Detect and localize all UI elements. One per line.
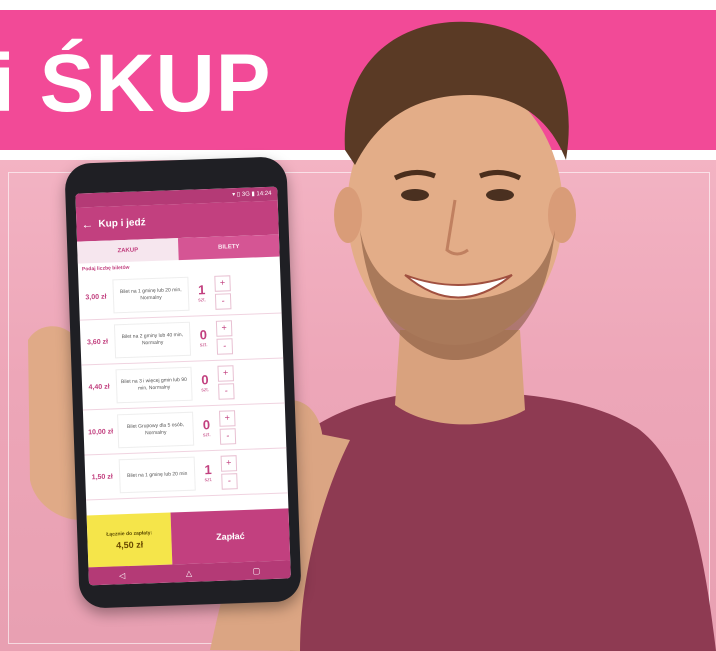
minus-button[interactable]: - bbox=[218, 383, 235, 400]
quantity-stepper: + - bbox=[215, 320, 234, 355]
ad-scene: i ŚKUP ▾ ▯ 3G ▮ 14:24 ← Kup i jedź ZAKUP… bbox=[0, 0, 716, 651]
nav-back-icon[interactable]: ◁ bbox=[119, 571, 125, 580]
ticket-price: 3,60 zł bbox=[86, 338, 109, 346]
quantity-stepper: + - bbox=[214, 275, 232, 310]
plus-button[interactable]: + bbox=[220, 455, 238, 472]
ticket-description: Bilet na 1 gminę lub 20 min bbox=[118, 456, 196, 494]
quantity-unit: szt. bbox=[199, 342, 208, 349]
quantity-value: 0 bbox=[202, 417, 211, 433]
quantity-unit: szt. bbox=[202, 432, 211, 439]
nav-home-icon[interactable]: △ bbox=[186, 568, 192, 577]
arrow-left-icon[interactable]: ← bbox=[76, 217, 98, 232]
ticket-quantity: 0 szt. bbox=[192, 372, 219, 394]
quantity-value: 1 bbox=[197, 282, 206, 298]
quantity-unit: szt. bbox=[201, 387, 210, 394]
ticket-quantity: 1 szt. bbox=[195, 462, 222, 484]
ticket-row: 3,00 zł Bilet na 1 gminę lub 20 min, Nor… bbox=[78, 268, 282, 321]
total-label: Łącznie do zapłaty: bbox=[106, 529, 153, 538]
quantity-value: 1 bbox=[204, 462, 212, 478]
ticket-description: Bilet na 2 gminy lub 40 min, Normalny bbox=[113, 321, 192, 359]
plus-button[interactable]: + bbox=[215, 320, 233, 337]
ticket-price: 3,00 zł bbox=[85, 293, 107, 301]
quantity-stepper: + - bbox=[217, 365, 235, 400]
ticket-quantity: 0 szt. bbox=[190, 327, 217, 349]
ticket-description: Bilet na 3 i więcej gmin lub 90 min, Nor… bbox=[115, 366, 193, 404]
app-screen: ▾ ▯ 3G ▮ 14:24 ← Kup i jedź ZAKUP BILETY… bbox=[75, 186, 291, 586]
minus-button[interactable]: - bbox=[219, 428, 237, 445]
checkout-footer: Łącznie do zapłaty: 4,50 zł Zapłać bbox=[86, 508, 291, 568]
plus-button[interactable]: + bbox=[217, 365, 234, 382]
quantity-stepper: + - bbox=[219, 410, 237, 445]
nav-recent-icon[interactable]: ▢ bbox=[253, 566, 261, 575]
app-title: Kup i jedź bbox=[98, 216, 146, 230]
plus-button[interactable]: + bbox=[214, 275, 231, 292]
tab-zakup[interactable]: ZAKUP bbox=[77, 238, 179, 264]
quantity-value: 0 bbox=[199, 327, 208, 343]
smartphone: ▾ ▯ 3G ▮ 14:24 ← Kup i jedź ZAKUP BILETY… bbox=[64, 156, 302, 609]
quantity-unit: szt. bbox=[204, 477, 213, 484]
quantity-stepper: + - bbox=[220, 455, 238, 490]
ticket-row: 3,60 zł Bilet na 2 gminy lub 40 min, Nor… bbox=[79, 313, 284, 366]
minus-button[interactable]: - bbox=[216, 338, 234, 355]
total-box: Łącznie do zapłaty: 4,50 zł bbox=[86, 512, 173, 568]
total-amount: 4,50 zł bbox=[115, 538, 144, 550]
ticket-quantity: 0 szt. bbox=[193, 417, 220, 439]
minus-button[interactable]: - bbox=[214, 293, 232, 310]
tab-bilety[interactable]: BILETY bbox=[177, 234, 280, 261]
quantity-unit: szt. bbox=[198, 297, 207, 304]
ticket-description: Bilet Grupowy dla 5 osób, Normalny bbox=[117, 411, 195, 449]
ticket-row: 4,40 zł Bilet na 3 i więcej gmin lub 90 … bbox=[81, 358, 285, 411]
ticket-price: 4,40 zł bbox=[88, 383, 110, 391]
ticket-price: 10,00 zł bbox=[88, 427, 114, 436]
pay-button[interactable]: Zapłać bbox=[170, 508, 291, 565]
ticket-row: 1,50 zł Bilet na 1 gminę lub 20 min 1 szt… bbox=[84, 448, 288, 501]
ticket-quantity: 1 szt. bbox=[189, 282, 216, 304]
ticket-description: Bilet na 1 gminę lub 20 min, Normalny bbox=[112, 276, 190, 314]
quantity-value: 0 bbox=[201, 372, 209, 388]
plus-button[interactable]: + bbox=[219, 410, 236, 427]
minus-button[interactable]: - bbox=[221, 473, 238, 490]
ticket-price: 1,50 zł bbox=[91, 473, 113, 481]
ticket-row: 10,00 zł Bilet Grupowy dla 5 osób, Norma… bbox=[82, 403, 287, 456]
